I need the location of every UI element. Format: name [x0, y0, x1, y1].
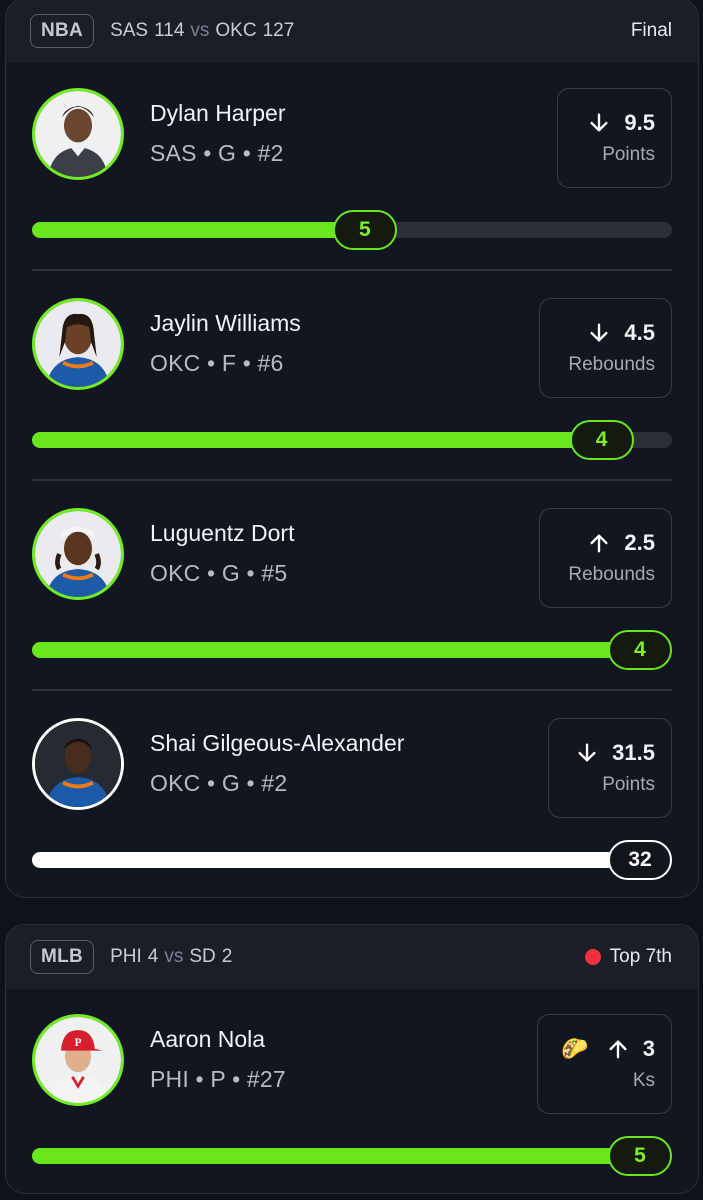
away-score: 4	[147, 946, 159, 967]
progress-value: 32	[608, 840, 672, 880]
player-avatar	[32, 88, 124, 180]
home-team: OKC	[215, 20, 257, 41]
home-team: SD	[189, 946, 216, 967]
progress-value: 5	[332, 210, 397, 250]
prop-stat: Rebounds	[568, 354, 655, 375]
vs-label: vs	[164, 946, 184, 967]
live-dot-icon	[584, 949, 601, 965]
away-score: 114	[154, 20, 185, 41]
matchup: SAS 114 vs OKC 127	[110, 20, 294, 42]
matchup: PHI 4 vs SD 2	[110, 946, 232, 968]
arrow-up-icon	[609, 1040, 627, 1059]
player-row[interactable]: P Aaron Nola PHI • P • #27 🌮 3 Ks 5	[32, 1014, 672, 1193]
player-avatar: P	[32, 1014, 124, 1106]
arrow-up-icon	[590, 534, 608, 553]
prop-line-box[interactable]: 9.5 Points	[557, 88, 672, 188]
prop-stat: Points	[602, 144, 655, 165]
player-row[interactable]: Dylan Harper SAS • G • #2 9.5 Points 5	[32, 88, 672, 298]
progress-bar: 5	[32, 210, 672, 250]
player-name: Luguentz Dort	[150, 520, 295, 546]
prop-stat: Ks	[632, 1070, 655, 1091]
divider	[32, 269, 672, 271]
prop-line-box[interactable]: 4.5 Rebounds	[539, 298, 672, 398]
player-meta: OKC • G • #2	[150, 770, 288, 796]
vs-label: vs	[190, 20, 210, 41]
taco-icon: 🌮	[561, 1036, 589, 1061]
prop-line-box[interactable]: 🌮 3 Ks	[537, 1014, 672, 1114]
player-name: Aaron Nola	[150, 1026, 266, 1052]
game-status-text: Top 7th	[609, 946, 672, 967]
progress-fill	[32, 852, 640, 868]
player-avatar	[32, 718, 124, 810]
player-avatar	[32, 298, 124, 390]
prop-line: 4.5	[624, 320, 655, 345]
prop-stat: Rebounds	[568, 564, 655, 585]
progress-fill	[32, 222, 365, 238]
progress-fill	[32, 1148, 640, 1164]
player-row[interactable]: Shai Gilgeous-Alexander OKC • G • #2 31.…	[32, 718, 672, 897]
divider	[32, 479, 672, 481]
player-meta: OKC • G • #5	[150, 560, 288, 586]
progress-value: 4	[569, 420, 634, 460]
arrow-down-icon	[590, 323, 608, 342]
prop-line-box[interactable]: 2.5 Rebounds	[539, 508, 672, 608]
player-name: Shai Gilgeous-Alexander	[150, 730, 405, 756]
game-status: Final	[630, 20, 672, 41]
progress-value: 4	[608, 630, 672, 670]
league-badge: MLB	[30, 940, 95, 974]
player-meta: PHI • P • #27	[150, 1066, 286, 1092]
svg-text:P: P	[75, 1037, 82, 1049]
prop-line: 9.5	[624, 110, 655, 135]
prop-stat: Points	[602, 774, 655, 795]
arrow-down-icon	[590, 113, 608, 132]
arrow-down-icon	[578, 743, 596, 762]
progress-bar: 4	[32, 420, 672, 460]
player-avatar	[32, 508, 124, 600]
player-row[interactable]: Jaylin Williams OKC • F • #6 4.5 Rebound…	[32, 298, 672, 508]
player-name: Jaylin Williams	[150, 310, 301, 336]
prop-line: 3	[642, 1036, 655, 1061]
home-score: 127	[262, 20, 295, 41]
prop-line: 2.5	[624, 530, 655, 555]
game-card-nba[interactable]: NBA SAS 114 vs OKC 127 Final Dylan Harpe…	[5, 0, 699, 898]
away-team: PHI	[110, 946, 142, 967]
progress-bar: 4	[32, 630, 672, 670]
player-name: Dylan Harper	[150, 100, 286, 126]
progress-fill	[32, 432, 602, 448]
player-meta: OKC • F • #6	[150, 350, 284, 376]
home-score: 2	[221, 946, 233, 967]
game-header: NBA SAS 114 vs OKC 127 Final	[6, 0, 698, 63]
away-team: SAS	[110, 20, 149, 41]
prop-line-box[interactable]: 31.5 Points	[548, 718, 672, 818]
game-status: Top 7th	[584, 946, 672, 968]
progress-bar: 5	[32, 1136, 672, 1176]
progress-value: 5	[608, 1136, 672, 1176]
game-card-mlb[interactable]: MLB PHI 4 vs SD 2 Top 7th P Aaron Nola P…	[5, 924, 699, 1194]
game-header: MLB PHI 4 vs SD 2 Top 7th	[6, 925, 698, 989]
progress-fill	[32, 642, 640, 658]
prop-line: 31.5	[612, 740, 655, 765]
player-row[interactable]: Luguentz Dort OKC • G • #5 2.5 Rebounds …	[32, 508, 672, 718]
progress-bar: 32	[32, 840, 672, 880]
divider	[32, 689, 672, 691]
player-meta: SAS • G • #2	[150, 140, 284, 166]
league-badge: NBA	[30, 14, 95, 48]
